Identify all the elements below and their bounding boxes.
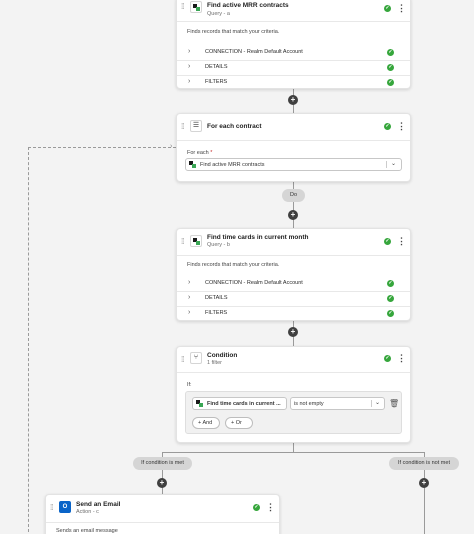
realm-app-icon [190,1,202,13]
more-options-icon[interactable]: ⋮ [397,122,406,131]
add-step-button-true[interactable]: + [157,478,167,488]
section-row-filters[interactable]: › FILTERS ✓ [177,75,410,90]
more-options-icon[interactable]: ⋮ [397,237,406,246]
drag-handle-icon[interactable]: ⁞⁞ [50,503,54,512]
delete-icon[interactable]: 🗑 [389,399,399,408]
success-check-icon: ✓ [384,5,391,12]
chevron-right-icon: › [188,309,191,316]
success-check-icon: ✓ [253,504,260,511]
step-card-condition[interactable]: ⁞⁞ ⑂ Condition 1 filter ✓ ⋮ If: Find tim… [176,346,411,443]
divider [177,255,410,256]
do-label-pill: Do [282,189,305,202]
card-title: Condition [207,352,238,359]
card-subtitle: Action - c [76,509,99,515]
add-or-condition-button[interactable]: + Or [225,417,253,429]
success-check-icon: ✓ [387,49,394,56]
condition-field-select[interactable]: Find time cards in current ... [192,397,287,410]
realm-app-icon [196,400,204,408]
branch-line [162,452,424,453]
step-card-find-time-cards[interactable]: ⁞⁞ Find time cards in current month Quer… [176,228,411,321]
loop-list-icon: ☰ [190,120,202,132]
more-options-icon[interactable]: ⋮ [266,503,275,512]
chevron-down-icon[interactable]: ⌄ [391,160,396,167]
condition-branch-icon: ⑂ [190,352,202,364]
add-step-button[interactable]: + [288,210,298,220]
divider [46,522,279,523]
success-check-icon: ✓ [384,238,391,245]
card-title: For each contract [207,123,262,130]
card-header[interactable]: ⁞⁞ ⑂ Condition 1 filter ✓ ⋮ [177,347,410,369]
if-label: If: [187,382,192,388]
foreach-select[interactable]: Find active MRR contracts ⌄ [185,158,402,171]
add-step-button[interactable]: + [288,327,298,337]
add-step-button[interactable]: + [288,95,298,105]
branch-label-false: If condition is not met [389,457,459,470]
section-row-filters[interactable]: › FILTERS ✓ [177,306,410,321]
step-card-for-each[interactable]: ⁞⁞ ☰ For each contract ✓ ⋮ For each * Fi… [176,113,411,182]
section-row-details[interactable]: › DETAILS ✓ [177,60,410,75]
chevron-right-icon: › [188,294,191,301]
connector-line [293,443,294,452]
success-check-icon: ✓ [387,310,394,317]
success-check-icon: ✓ [387,79,394,86]
outlook-app-icon: O [59,501,71,513]
drag-handle-icon[interactable]: ⁞⁞ [181,237,185,246]
success-check-icon: ✓ [384,355,391,362]
divider [177,21,410,22]
card-header[interactable]: ⁞⁞ ☰ For each contract ✓ ⋮ [177,114,410,136]
section-row-connection[interactable]: › CONNECTION - Realm Default Account ✓ [177,276,410,291]
add-and-condition-button[interactable]: + And [192,417,220,429]
foreach-label: For each * [187,150,213,156]
section-row-connection[interactable]: › CONNECTION - Realm Default Account ✓ [177,45,410,60]
card-subtitle: Query - b [207,242,230,248]
step-card-find-active-mrr[interactable]: ⁞⁞ Find active MRR contracts Query - a ✓… [176,0,411,89]
chevron-right-icon: › [188,63,191,70]
loop-arrow-icon: › [170,143,173,150]
card-header[interactable]: ⁞⁞ Find time cards in current month Quer… [177,229,410,251]
card-title: Send an Email [76,501,121,508]
section-row-details[interactable]: › DETAILS ✓ [177,291,410,306]
chevron-down-icon[interactable]: ⌄ [375,399,380,406]
drag-handle-icon[interactable]: ⁞⁞ [181,2,185,11]
more-options-icon[interactable]: ⋮ [397,4,406,13]
card-header[interactable]: ⁞⁞ O Send an Email Action - c ✓ ⋮ [46,495,279,517]
card-description: Sends an email message [56,528,118,534]
drag-handle-icon[interactable]: ⁞⁞ [181,122,185,131]
divider [177,372,410,373]
card-header[interactable]: ⁞⁞ Find active MRR contracts Query - a ✓… [177,0,410,19]
select-separator [386,161,387,168]
select-separator [371,400,372,407]
step-card-send-email[interactable]: ⁞⁞ O Send an Email Action - c ✓ ⋮ Sends … [45,494,280,534]
chevron-right-icon: › [188,78,191,85]
card-subtitle: 1 filter [207,360,222,366]
add-step-button-false[interactable]: + [419,478,429,488]
success-check-icon: ✓ [387,64,394,71]
success-check-icon: ✓ [384,123,391,130]
more-options-icon[interactable]: ⋮ [397,354,406,363]
branch-label-true: If condition is met [133,457,192,470]
divider [177,140,410,141]
filter-group: Find time cards in current ... is not em… [185,391,402,434]
success-check-icon: ✓ [387,295,394,302]
plus-icon: + [231,420,235,426]
card-title: Find active MRR contracts [207,2,289,9]
drag-handle-icon[interactable]: ⁞⁞ [181,355,185,364]
card-description: Finds records that match your criteria. [187,29,280,35]
realm-app-icon [190,235,202,247]
card-title: Find time cards in current month [207,234,309,241]
card-description: Finds records that match your criteria. [187,262,280,268]
chevron-right-icon: › [188,48,191,55]
loop-connector-dashed [28,147,176,534]
card-subtitle: Query - a [207,11,230,17]
plus-icon: + [198,420,202,426]
success-check-icon: ✓ [387,280,394,287]
condition-operator-select[interactable]: is not empty ⌄ [290,397,385,410]
chevron-right-icon: › [188,279,191,286]
realm-app-icon [189,161,197,169]
